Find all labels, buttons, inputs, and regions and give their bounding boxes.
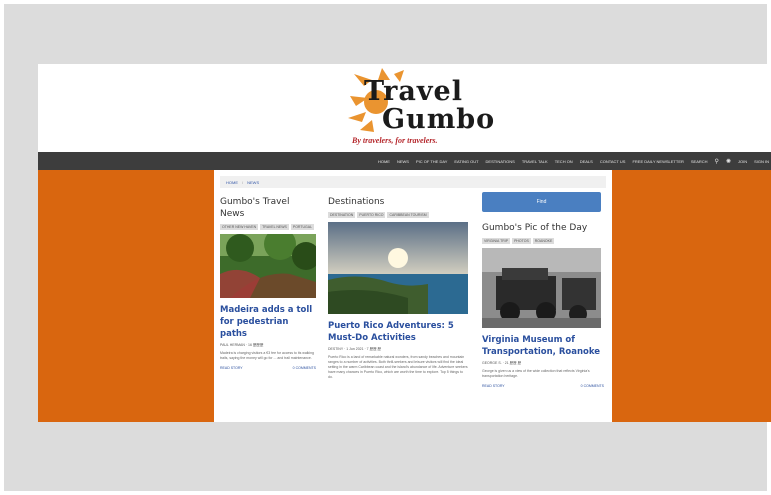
tag[interactable]: OTHER NEW HAVEN [220, 224, 259, 230]
news-post-meta: PAUL HERMAN · 16 歷歷歷 [220, 343, 264, 347]
nav-sign-in[interactable]: SIGN IN [754, 159, 769, 164]
destinations-post-title[interactable]: Puerto Rico Adventures: 5 Must-Do Activi… [328, 320, 468, 344]
nav-item-deals[interactable]: DEALS [580, 159, 593, 164]
pic-heading[interactable]: Gumbo's Pic of the Day [482, 222, 604, 234]
pic-post-meta: GEORGE S. · 21 歷歷 歷 [482, 361, 522, 365]
puerto-rico-coast-photo[interactable] [328, 222, 468, 314]
pic-post-excerpt: George is given us a view of the wide co… [482, 369, 590, 378]
breadcrumb-separator: / [242, 179, 244, 185]
news-heading[interactable]: Gumbo's Travel News [220, 196, 316, 220]
nav-item-tech-on[interactable]: TECH ON [555, 159, 573, 164]
main-nav: HOME NEWS PIC OF THE DAY EATING OUT DEST… [38, 152, 771, 170]
tag[interactable]: PHOTOS [512, 238, 531, 244]
tag[interactable]: DESTINATION [328, 212, 356, 218]
read-story-link[interactable]: READ STORY [220, 366, 243, 370]
destinations-post-excerpt: Puerto Rico is a land of remarkable natu… [328, 355, 468, 379]
tag[interactable]: ROANOKE [532, 238, 555, 244]
news-post-actions: READ STORY 0 COMMENTS [220, 366, 316, 370]
logo-tagline: By travelers, for travelers. [352, 136, 438, 145]
destinations-post-meta: DESTINY · 1 Jun 2021 · 7 歷歷 歷 [328, 347, 382, 351]
site-header: Travel Gumbo By travelers, for travelers… [38, 64, 771, 152]
pic-post-title[interactable]: Virginia Museum of Transportation, Roano… [482, 334, 604, 358]
pic-tags: VIRGINIA TRIP PHOTOS ROANOKE [482, 238, 604, 244]
destinations-tags: DESTINATION PUERTO RICO CARIBBEAN TOURIS… [328, 212, 468, 218]
news-tags: OTHER NEW HAVEN TRAVEL NEWS PORTUGAL [220, 224, 316, 230]
tag[interactable]: VIRGINIA TRIP [482, 238, 511, 244]
breadcrumb-current: NEWS [247, 179, 260, 185]
tag[interactable]: PUERTO RICO [357, 212, 386, 218]
news-post-excerpt: Madeira is charging visitors a €3 fee fo… [220, 351, 314, 360]
nav-item-destinations[interactable]: DESTINATIONS [486, 159, 515, 164]
tag[interactable]: PORTUGAL [290, 224, 315, 230]
nav-item-contact-us[interactable]: CONTACT US [600, 159, 626, 164]
destinations-column: Destinations DESTINATION PUERTO RICO CAR… [328, 196, 468, 380]
nav-item-eating-out[interactable]: EATING OUT [454, 159, 478, 164]
news-post-title[interactable]: Madeira adds a toll for pedestrian paths [220, 304, 316, 340]
vintage-car-photo[interactable] [482, 248, 601, 328]
nav-item-pic-of-the-day[interactable]: PIC OF THE DAY [416, 159, 447, 164]
nav-item-news[interactable]: NEWS [397, 159, 409, 164]
nav-join[interactable]: JOIN [738, 159, 747, 164]
pic-column: Find Gumbo's Pic of the Day VIRGINIA TRI… [482, 192, 604, 388]
nav-item-newsletter[interactable]: FREE DAILY NEWSLETTER [632, 159, 683, 164]
comments-link[interactable]: 0 COMMENTS [581, 384, 604, 388]
breadcrumb-home[interactable]: HOME [226, 180, 238, 185]
tag[interactable]: CARIBBEAN TOURISM [387, 212, 429, 218]
nav-search[interactable]: SEARCH [691, 159, 708, 164]
logo-text-gumbo: Gumbo [382, 104, 496, 135]
tag[interactable]: TRAVEL NEWS [260, 224, 289, 230]
theme-toggle-icon[interactable]: ✺ [726, 158, 731, 165]
comments-link[interactable]: 0 COMMENTS [293, 366, 316, 370]
main-content: HOME / NEWS Gumbo's Travel News OTHER NE… [214, 170, 612, 422]
news-column: Gumbo's Travel News OTHER NEW HAVEN TRAV… [220, 196, 316, 370]
browser-viewport: Travel Gumbo By travelers, for travelers… [38, 64, 771, 422]
find-button[interactable]: Find [482, 192, 601, 212]
destinations-heading[interactable]: Destinations [328, 196, 468, 208]
logo-text-travel: Travel [364, 76, 463, 107]
nav-item-travel-talk[interactable]: TRAVEL TALK [522, 159, 548, 164]
screenshot-frame: Travel Gumbo By travelers, for travelers… [4, 4, 771, 491]
madeira-path-photo[interactable] [220, 234, 316, 298]
search-icon[interactable]: ⚲ [715, 158, 719, 165]
read-story-link[interactable]: READ STORY [482, 384, 505, 388]
breadcrumb: HOME / NEWS [220, 176, 606, 188]
nav-item-home[interactable]: HOME [378, 159, 390, 164]
pic-post-actions: READ STORY 0 COMMENTS [482, 384, 604, 388]
